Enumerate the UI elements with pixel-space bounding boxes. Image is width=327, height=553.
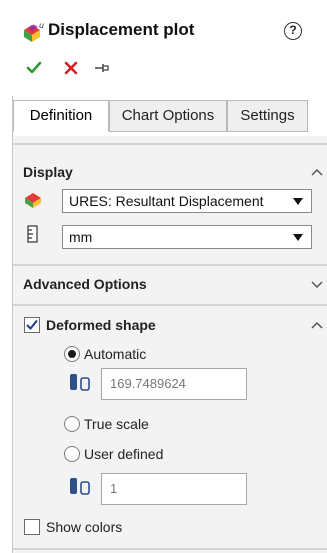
property-manager-header: u Displacement plot ? (0, 0, 327, 95)
help-icon[interactable]: ? (284, 22, 302, 40)
divider (13, 264, 327, 266)
show-colors-checkbox[interactable] (24, 519, 40, 535)
user-defined-scale-field[interactable]: 1 (101, 473, 247, 505)
chevron-down-icon[interactable] (311, 281, 323, 289)
divider (13, 548, 327, 550)
radio-automatic-label: Automatic (84, 346, 147, 362)
check-icon (26, 319, 38, 330)
result-component-value: URES: Resultant Displacement (69, 193, 264, 209)
automatic-scale-field[interactable]: 169.7489624 (101, 368, 247, 400)
tab-settings[interactable]: Settings (227, 100, 308, 132)
chevron-up-icon[interactable] (311, 168, 323, 176)
deformed-shape-label: Deformed shape (46, 317, 156, 333)
radio-true-scale[interactable] (64, 416, 80, 432)
radio-true-scale-label: True scale (84, 416, 149, 432)
chevron-up-icon[interactable] (311, 321, 323, 329)
tab-bar: Definition Chart Options Settings (13, 96, 327, 136)
panel-title: Displacement plot (48, 20, 195, 39)
radio-automatic[interactable] (64, 346, 80, 362)
units-value: mm (69, 229, 93, 245)
cancel-button[interactable] (64, 61, 78, 75)
divider (13, 304, 327, 306)
svg-text:u: u (39, 21, 44, 30)
tab-definition[interactable]: Definition (13, 100, 109, 132)
deformed-shape-checkbox[interactable] (24, 317, 40, 333)
result-component-icon (25, 193, 41, 208)
pushpin-icon[interactable] (94, 61, 110, 75)
dropdown-arrow-icon (293, 234, 303, 241)
divider (13, 143, 327, 145)
scale-factor-icon (70, 478, 90, 495)
units-icon (27, 225, 38, 243)
result-component-dropdown[interactable]: URES: Resultant Displacement (62, 189, 312, 213)
dropdown-arrow-icon (293, 198, 303, 205)
ok-button[interactable] (26, 60, 42, 76)
radio-user-defined-label: User defined (84, 446, 164, 462)
advanced-options-title[interactable]: Advanced Options (23, 276, 147, 292)
radio-user-defined[interactable] (64, 446, 80, 462)
units-dropdown[interactable]: mm (62, 225, 312, 249)
tab-chart-options[interactable]: Chart Options (109, 100, 227, 132)
show-colors-label: Show colors (46, 519, 123, 535)
display-section-title[interactable]: Display (23, 164, 73, 180)
displacement-plot-icon: u (24, 21, 44, 42)
scale-factor-icon (70, 374, 90, 391)
property-panel: Definition Chart Options Settings Displa… (12, 96, 327, 553)
